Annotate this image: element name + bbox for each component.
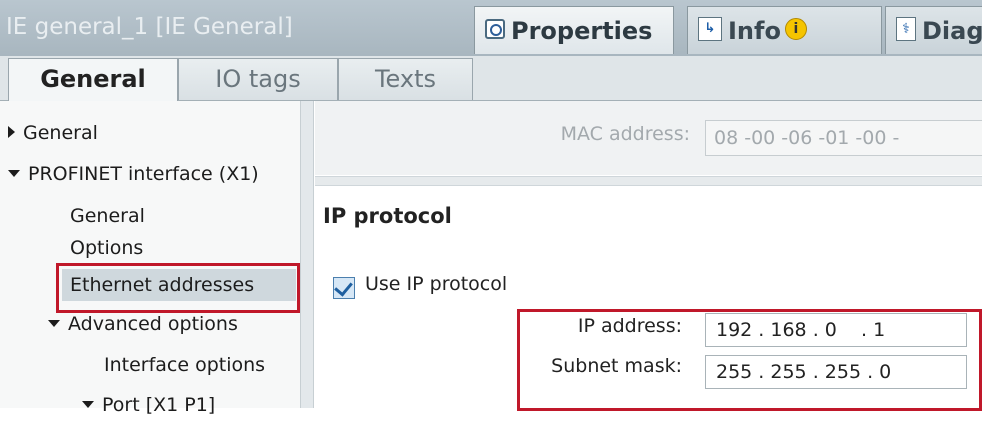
navigation-tree: General PROFINET interface (X1) General … <box>0 101 300 416</box>
tree-item-general-sub[interactable]: General <box>70 200 145 232</box>
mac-address-row: MAC address: 08 -00 -06 -01 -00 - <box>315 101 982 175</box>
tree-splitter[interactable] <box>300 101 314 408</box>
tab-info-label: Info <box>728 17 781 45</box>
ethernet-addresses-highlight <box>56 263 300 313</box>
tree-item-port-x1-p1[interactable]: Port [X1 P1] <box>82 389 215 421</box>
tab-general[interactable]: General <box>8 58 178 102</box>
use-ip-protocol-label: Use IP protocol <box>365 273 508 295</box>
collapse-arrow-icon[interactable] <box>82 400 94 408</box>
info-icon: ↳ <box>698 17 722 41</box>
tree-item-profinet-interface[interactable]: PROFINET interface (X1) <box>8 158 259 190</box>
tree-item-label: Interface options <box>104 354 266 376</box>
expand-arrow-icon[interactable] <box>8 126 15 138</box>
tab-properties[interactable]: Properties <box>474 6 674 54</box>
properties-icon <box>485 19 505 39</box>
tree-item-label: General <box>70 205 145 227</box>
tab-io-tags[interactable]: IO tags <box>178 58 338 100</box>
section-title-ip-protocol: IP protocol <box>323 204 452 228</box>
tab-diagnostics-label: Diagno <box>922 17 982 45</box>
use-ip-protocol-checkbox[interactable] <box>333 277 355 299</box>
tree-item-label: Port [X1 P1] <box>102 394 216 416</box>
tab-properties-label: Properties <box>511 17 653 45</box>
section-divider <box>315 176 982 186</box>
mac-address-field: 08 -00 -06 -01 -00 - <box>705 120 982 156</box>
inspector-title-bar: IE general_1 [IE General] Properties ↳ In… <box>0 0 982 56</box>
window-title: IE general_1 [IE General] <box>6 14 293 40</box>
tab-diagnostics[interactable]: ⚕Diagno <box>885 6 982 54</box>
tree-item-label: General <box>23 122 98 144</box>
tree-item-label: PROFINET interface (X1) <box>28 163 259 185</box>
mac-address-label: MAC address: <box>560 123 690 145</box>
tab-info[interactable]: ↳ Info i <box>687 6 882 54</box>
diagnostics-icon: ⚕ <box>896 17 916 41</box>
collapse-arrow-icon[interactable] <box>8 169 20 177</box>
ip-settings-highlight <box>517 309 982 411</box>
collapse-arrow-icon[interactable] <box>48 319 60 327</box>
tree-item-label: Options <box>70 237 144 259</box>
tab-texts[interactable]: Texts <box>338 58 473 100</box>
sub-tab-bar: General IO tags Texts <box>0 56 982 102</box>
tree-item-label: Advanced options <box>68 313 238 335</box>
info-badge-icon: i <box>784 18 807 40</box>
tree-item-interface-options[interactable]: Interface options <box>104 349 265 381</box>
tree-item-options[interactable]: Options <box>70 232 143 264</box>
tree-item-general[interactable]: General <box>8 117 98 149</box>
